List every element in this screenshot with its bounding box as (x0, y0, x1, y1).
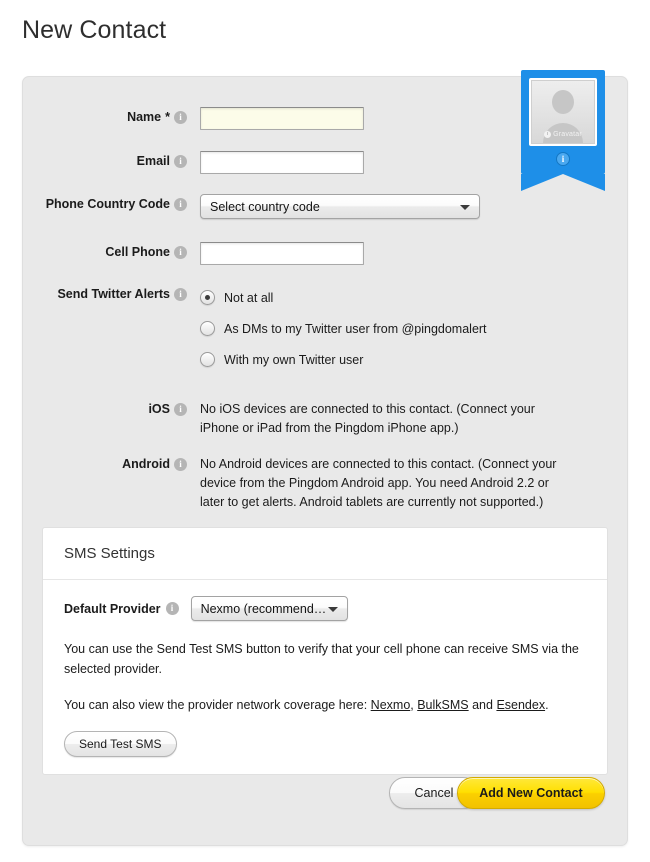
gravatar-widget[interactable]: Gravatar i (521, 70, 605, 191)
avatar-placeholder-image: Gravatar (531, 80, 595, 144)
label-ios: iOS i (23, 399, 187, 416)
gravatar-wordmark-text: Gravatar (553, 131, 582, 138)
form-row-android: Android i No Android devices are connect… (23, 454, 575, 512)
avatar[interactable]: Gravatar (529, 78, 597, 146)
send-test-sms-button[interactable]: Send Test SMS (64, 731, 177, 757)
avatar-head-shape (552, 90, 574, 114)
required-marker: * (165, 110, 170, 124)
gravatar-logo-icon (544, 131, 552, 138)
chevron-down-icon (327, 606, 338, 612)
info-icon[interactable]: i (174, 287, 187, 301)
sms-suffix: . (545, 698, 549, 712)
info-icon[interactable]: i (174, 457, 187, 471)
country-code-select[interactable]: Select country code (200, 194, 480, 219)
radio-label: As DMs to my Twitter user from @pingdoma… (224, 321, 487, 336)
radio-option-own-user[interactable]: With my own Twitter user (200, 346, 487, 373)
sms-help-paragraph-2: You can also view the provider network c… (64, 695, 584, 715)
form-row-country-code: Phone Country Code i Select country code (23, 194, 480, 219)
form-row-name: Name * i (23, 107, 364, 130)
email-input[interactable] (200, 151, 364, 174)
twitter-alerts-radio-group: Not at all As DMs to my Twitter user fro… (200, 284, 487, 377)
link-nexmo[interactable]: Nexmo (371, 698, 411, 712)
chevron-down-icon (460, 204, 470, 210)
cell-phone-input[interactable] (200, 242, 364, 265)
form-row-cell-phone: Cell Phone i (23, 242, 364, 265)
default-provider-row: Default Provider i Nexmo (recommend… (64, 596, 586, 621)
radio-button[interactable] (200, 290, 215, 305)
field-wrapper-name (200, 107, 364, 130)
label-cell-phone: Cell Phone i (23, 242, 187, 259)
default-provider-select-value: Nexmo (recommend… (200, 601, 327, 616)
sms-settings-card: SMS Settings Default Provider i Nexmo (r… (42, 527, 608, 775)
label-default-provider: Default Provider i (64, 602, 179, 616)
radio-option-dms[interactable]: As DMs to my Twitter user from @pingdoma… (200, 315, 487, 342)
android-status-text: No Android devices are connected to this… (200, 457, 557, 509)
add-new-contact-button[interactable]: Add New Contact (457, 777, 605, 809)
radio-button[interactable] (200, 321, 215, 336)
info-icon[interactable]: i (165, 602, 179, 615)
form-row-ios: iOS i No iOS devices are connected to th… (23, 399, 550, 438)
radio-button[interactable] (200, 352, 215, 367)
form-row-email: Email i (23, 151, 364, 174)
label-phone-country-code: Phone Country Code i (23, 194, 187, 211)
info-icon[interactable]: i (174, 197, 187, 211)
info-icon[interactable]: i (174, 245, 187, 259)
link-bulksms[interactable]: BulkSMS (417, 698, 468, 712)
radio-label: Not at all (224, 290, 274, 305)
info-icon[interactable]: i (174, 110, 187, 124)
label-email: Email i (23, 151, 187, 168)
page-title: New Contact (22, 16, 167, 44)
default-provider-select[interactable]: Nexmo (recommend… (190, 596, 348, 621)
sms-help-paragraph-1: You can use the Send Test SMS button to … (64, 642, 579, 676)
label-android: Android i (23, 454, 187, 471)
field-wrapper-cell-phone (200, 242, 364, 265)
field-wrapper-country-code: Select country code (200, 194, 480, 219)
field-wrapper-email (200, 151, 364, 174)
sms-coverage-prefix: You can also view the provider network c… (64, 698, 371, 712)
label-send-twitter-alerts: Send Twitter Alerts i (23, 284, 187, 301)
name-input[interactable] (200, 107, 364, 130)
ios-status-text: No iOS devices are connected to this con… (200, 402, 535, 435)
gravatar-wordmark: Gravatar (532, 131, 594, 138)
label-name: Name * i (23, 107, 187, 124)
new-contact-page: New Contact Name * i Email i Phone Count… (0, 0, 650, 862)
sms-sep-2: and (468, 698, 497, 712)
radio-option-not-at-all[interactable]: Not at all (200, 284, 487, 311)
info-icon[interactable]: i (174, 154, 187, 168)
country-code-select-value: Select country code (210, 199, 320, 214)
sms-settings-body: Default Provider i Nexmo (recommend… You… (43, 580, 607, 757)
link-esendex[interactable]: Esendex (496, 698, 545, 712)
info-icon[interactable]: i (174, 402, 187, 416)
form-row-twitter-alerts: Send Twitter Alerts i Not at all As DMs … (23, 284, 487, 377)
info-icon[interactable]: i (556, 152, 570, 166)
sms-settings-header: SMS Settings (43, 528, 607, 580)
radio-label: With my own Twitter user (224, 352, 364, 367)
